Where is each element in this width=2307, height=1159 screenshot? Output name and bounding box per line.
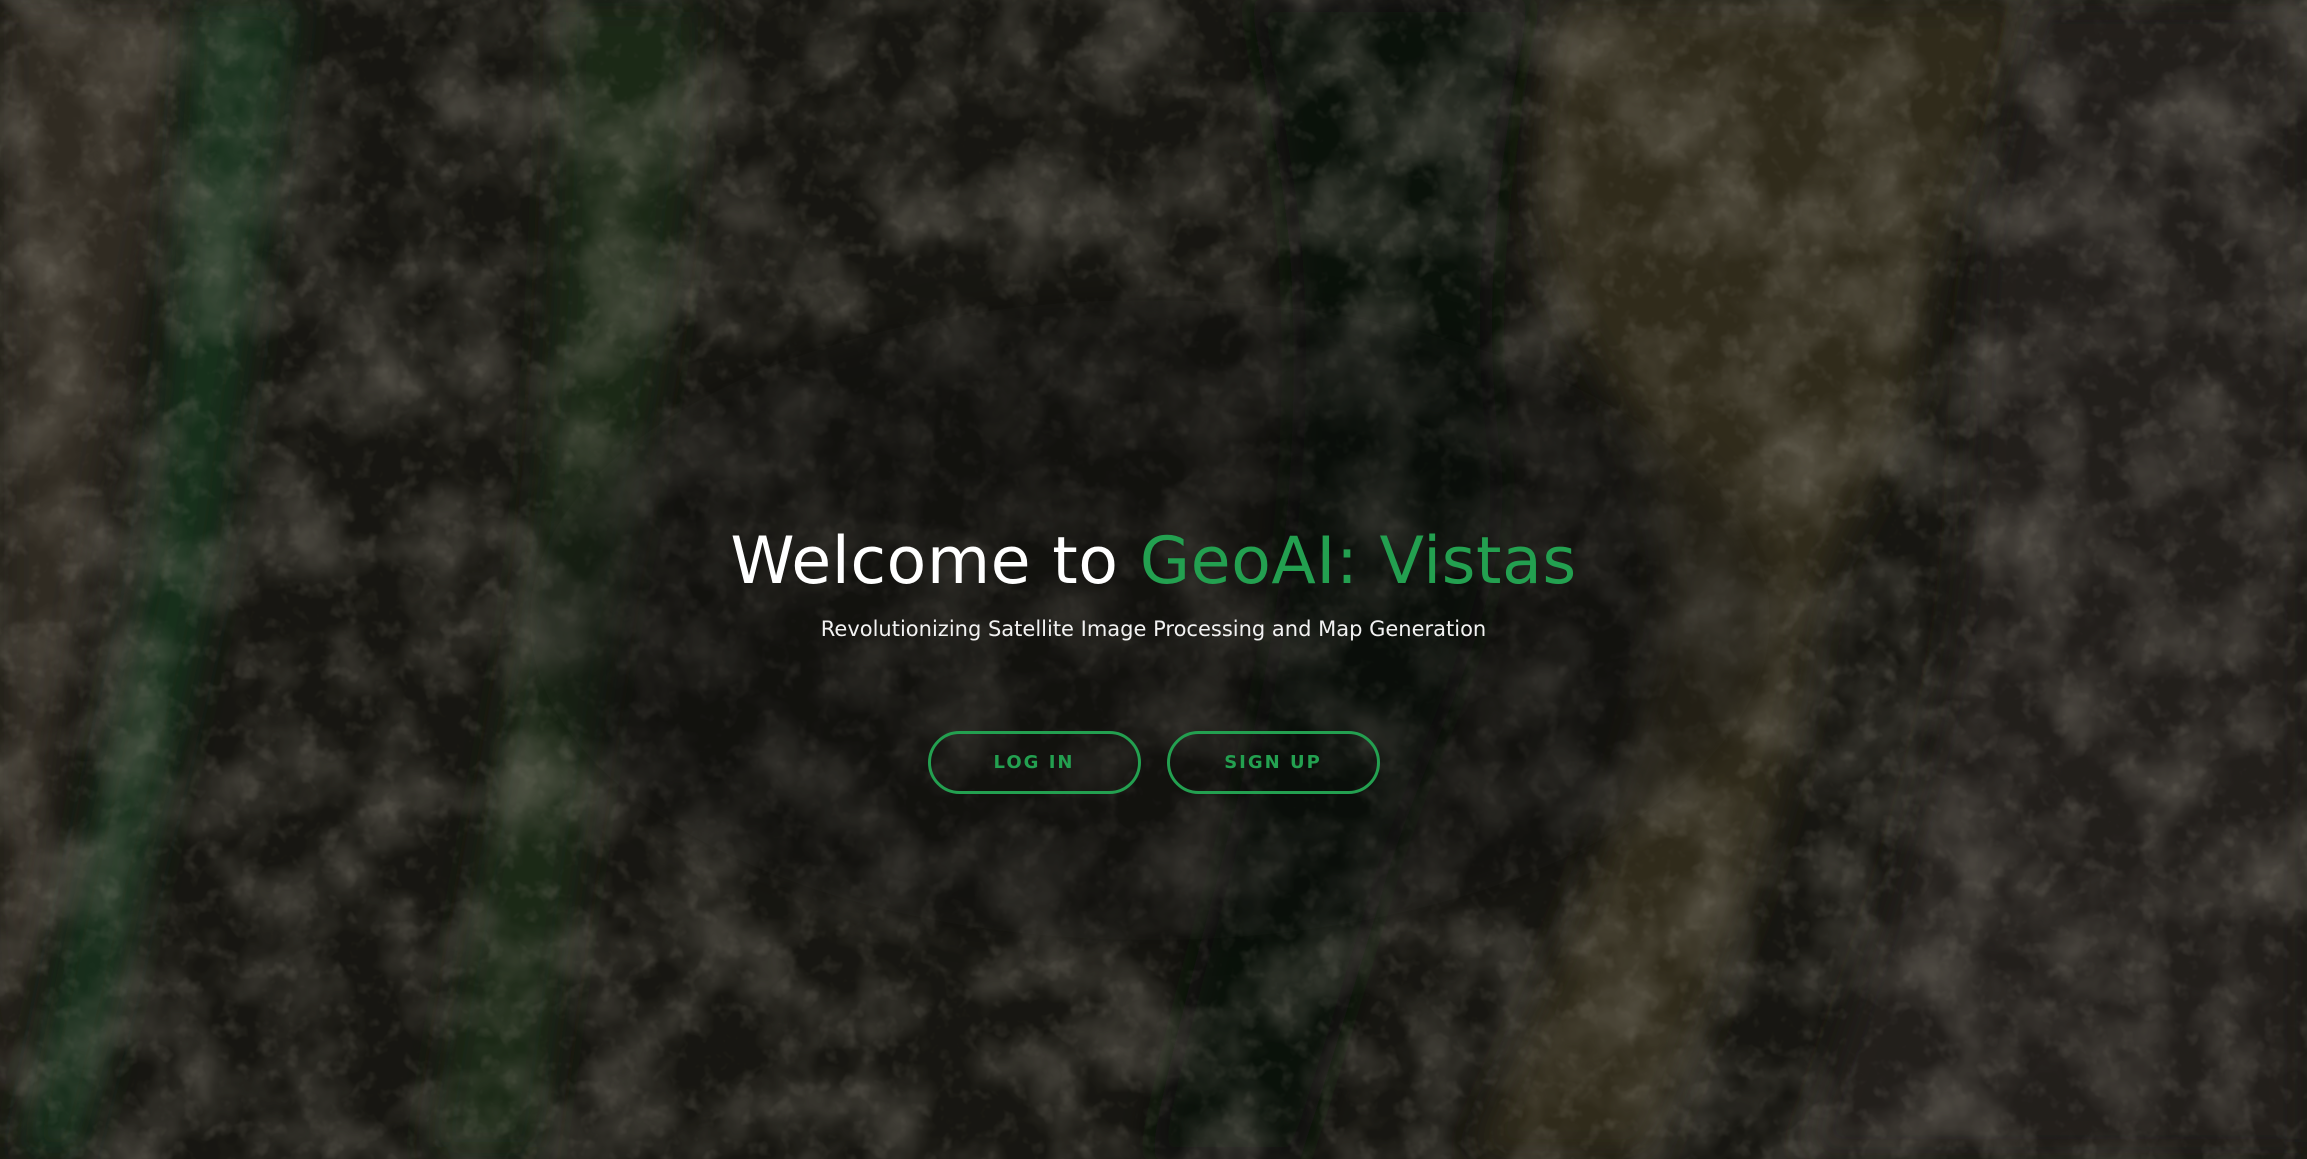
auth-buttons: LOG IN SIGN UP [0, 731, 2307, 794]
signup-button[interactable]: SIGN UP [1166, 731, 1380, 794]
hero-title-prefix: Welcome to [730, 524, 1140, 599]
hero-title: Welcome to GeoAI: Vistas [0, 518, 2307, 606]
hero-content: Welcome to GeoAI: Vistas Revolutionizing… [0, 518, 2307, 644]
hero-title-brand: GeoAI: Vistas [1139, 524, 1577, 599]
hero-section: Welcome to GeoAI: Vistas Revolutionizing… [0, 0, 2307, 1159]
hero-subtitle: Revolutionizing Satellite Image Processi… [820, 617, 1487, 641]
login-button[interactable]: LOG IN [927, 731, 1141, 794]
